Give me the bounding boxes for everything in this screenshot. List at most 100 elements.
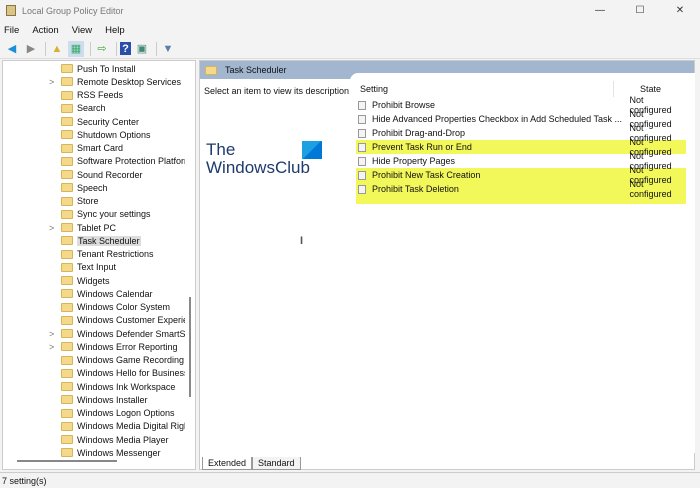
policy-icon [358,184,366,194]
menu-action[interactable]: Action [32,25,58,36]
tree-item[interactable]: Windows Ink Workspace [3,380,188,393]
tree-item[interactable]: > Tablet PC [3,221,188,234]
tree-item[interactable]: Windows Media Digital Rights Management [3,420,188,433]
tree-horizontal-scrollbar[interactable] [17,460,117,462]
tree-item[interactable]: Speech [3,181,188,194]
tree-item-label: Windows Media Digital Rights Management [77,421,185,432]
folder-icon [61,103,73,113]
expand-chevron-icon[interactable]: > [49,77,54,87]
forward-arrow-icon[interactable]: ▶ [23,41,39,57]
setting-name: Hide Property Pages [371,156,456,166]
tree-item[interactable]: Windows Game Recording and Broadcasting [3,354,188,367]
menu-file[interactable]: File [4,25,19,36]
folder-icon [61,170,73,179]
tree-item-label: Windows Calendar [77,288,153,299]
tree-item[interactable]: > Remote Desktop Services [3,75,188,88]
setting-name: Prevent Task Run or End [371,142,472,152]
settings-panel: Task Scheduler Select an item to view it… [199,60,695,470]
folder-icon [61,183,73,193]
toolbar: ◀ ▶ ▲ ▦ ⇨ ? ▣ ▼ [0,39,700,59]
folder-icon [205,65,217,75]
tree-item-label: Widgets [77,275,110,286]
properties-icon[interactable]: ▣ [134,41,150,57]
tree-item[interactable]: Push To Install [3,62,188,75]
setting-name: Prohibit New Task Creation [371,170,481,180]
panel-title: Task Scheduler [225,65,287,75]
folder-icon [61,329,73,338]
tab-standard[interactable]: Standard [252,457,301,470]
maximize-button[interactable]: ☐ [620,0,660,21]
folder-icon [61,64,73,73]
tree-item[interactable]: Sync your settings [3,208,188,221]
tree-item[interactable]: Windows Customer Experience [3,314,188,327]
tree-item[interactable]: Store [3,195,188,208]
setting-row[interactable]: Prohibit Task Deletion Not configured [358,179,688,199]
tree-item[interactable]: Widgets [3,274,188,287]
tree-item[interactable]: Text Input [3,261,188,274]
title-bar: Local Group Policy Editor — ☐ ✕ [0,0,700,21]
tree-item-label: Windows Customer Experience [77,315,185,326]
tree-item-label: Sound Recorder [77,169,143,180]
tree-item-label: Remote Desktop Services [77,76,182,87]
filter-icon[interactable]: ▼ [160,41,176,57]
tree-item[interactable]: Windows Installer [3,393,188,406]
export-list-icon[interactable]: ⇨ [94,41,110,57]
tree-item-label: Software Protection Platform [77,156,185,167]
tree-item[interactable]: Task Scheduler [3,234,188,247]
folder-icon [61,302,73,312]
help-icon[interactable]: ? [120,42,131,55]
expand-chevron-icon[interactable]: > [49,329,54,339]
tree-item[interactable]: Security Center [3,115,188,128]
setting-name: Hide Advanced Properties Checkbox in Add… [371,114,622,124]
tree-item[interactable]: Shutdown Options [3,128,188,141]
menu-bar: File Action View Help [0,21,700,39]
tree-item[interactable]: > Windows Error Reporting [3,340,188,353]
menu-view[interactable]: View [72,25,92,36]
tree-item[interactable]: > Windows Defender SmartScreen [3,327,188,340]
folder-icon [61,408,73,418]
column-setting[interactable]: Setting [360,84,388,94]
expand-chevron-icon[interactable]: > [49,342,54,352]
tree-item-label: Windows Game Recording and Broadcasting [77,355,185,365]
folder-icon [61,117,73,126]
folder-icon [61,262,73,272]
tree-item[interactable]: Smart Card [3,142,188,155]
folder-icon [61,236,73,246]
folder-icon [61,355,73,365]
tree-item-label: Speech [77,182,108,193]
tree-item[interactable]: Windows Calendar [3,287,188,300]
tab-extended[interactable]: Extended [202,457,253,470]
description-text: Select an item to view its description. [204,86,352,96]
expand-chevron-icon[interactable]: > [49,223,54,233]
folder-icon [61,315,73,325]
column-state[interactable]: State [640,84,661,94]
tree-item[interactable]: Software Protection Platform [3,155,188,168]
policy-icon [358,114,366,124]
tree-item[interactable]: RSS Feeds [3,89,188,102]
tree-item-label: Task Scheduler [77,235,141,246]
up-folder-icon[interactable]: ▲ [49,41,65,57]
tree-item[interactable]: Sound Recorder [3,168,188,181]
back-arrow-icon[interactable]: ◀ [4,41,20,57]
tree-item-label: Windows Ink Workspace [77,381,176,392]
tree-item[interactable]: Windows Logon Options [3,407,188,420]
menu-help[interactable]: Help [105,25,125,36]
folder-icon [61,395,73,405]
policy-icon [358,142,366,152]
list-header: Setting State [350,81,690,97]
tree-item[interactable]: Windows Hello for Business [3,367,188,380]
minimize-button[interactable]: — [580,0,620,21]
tree-vertical-scrollbar[interactable] [189,297,191,397]
window-title: Local Group Policy Editor [22,5,124,16]
tree-item[interactable]: Search [3,102,188,115]
policy-icon [358,100,366,110]
tree-item[interactable]: Windows Color System [3,301,188,314]
setting-name: Prohibit Browse [371,100,436,110]
tree-item-label: RSS Feeds [77,90,124,100]
tree-item[interactable]: Tenant Restrictions [3,248,188,261]
tree-item[interactable]: Windows Messenger [3,446,188,459]
tree-item-label: Sync your settings [77,209,151,220]
show-hide-tree-icon[interactable]: ▦ [68,40,84,57]
tree-item[interactable]: Windows Media Player [3,433,188,446]
close-button[interactable]: ✕ [660,0,700,21]
